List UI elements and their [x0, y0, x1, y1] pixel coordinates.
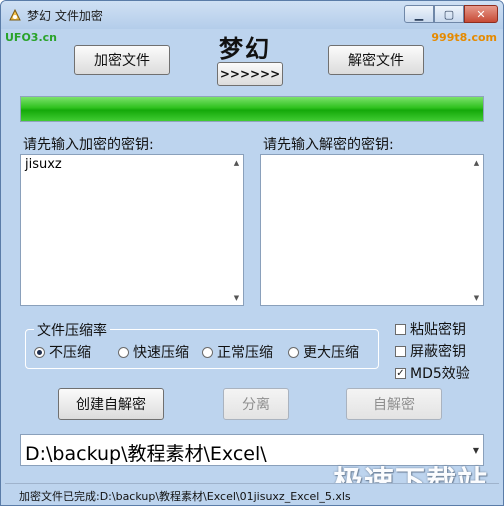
maximize-icon: ▢: [443, 7, 455, 21]
radio-max-compress[interactable]: 更大压缩: [288, 342, 359, 362]
main-panel: UFO3.cn 梦幻 999t8.com 加密文件 >>>>>> 解密文件 请先…: [5, 29, 499, 505]
decrypt-key-input[interactable]: ▲ ▼: [260, 154, 484, 306]
checkbox-label: 屏蔽密钥: [410, 344, 466, 360]
maximize-button[interactable]: ▢: [434, 5, 464, 23]
title-bar[interactable]: 梦幻 文件加密 ▁ ▢ ✕: [1, 1, 503, 29]
minimize-icon: ▁: [414, 7, 424, 21]
checkbox-box: [395, 323, 406, 335]
checkbox-label: MD5效验: [410, 366, 470, 382]
create-self-decrypt-button[interactable]: 创建自解密: [58, 388, 164, 420]
radio-label: 更大压缩: [303, 345, 359, 361]
md5-verify-checkbox[interactable]: ✓ MD5效验: [395, 363, 470, 383]
checkbox-box: [395, 345, 406, 357]
hide-key-checkbox[interactable]: 屏蔽密钥: [395, 341, 466, 361]
app-icon: [9, 8, 21, 21]
status-text: 加密文件已完成:D:\backup\教程素材\Excel\01jisuxz_Ex…: [19, 490, 351, 503]
scroll-down-icon[interactable]: ▼: [232, 293, 241, 302]
self-decrypt-button[interactable]: 自解密: [346, 388, 442, 420]
radio-indicator: [118, 346, 129, 358]
progress-fill: [21, 97, 483, 121]
encrypt-key-value: jisuxz: [25, 157, 62, 172]
scroll-up-icon[interactable]: ▲: [232, 158, 241, 167]
encrypt-key-input[interactable]: jisuxz ▲ ▼: [20, 154, 244, 306]
close-button[interactable]: ✕: [464, 5, 498, 23]
compression-legend: 文件压缩率: [34, 320, 110, 340]
compression-group: 文件压缩率 不压缩 快速压缩 正常压缩 更大压缩: [25, 320, 379, 369]
status-bar: 加密文件已完成:D:\backup\教程素材\Excel\01jisuxz_Ex…: [5, 483, 499, 505]
radio-indicator: [288, 346, 299, 358]
path-value: D:\backup\教程素材\Excel\: [25, 443, 267, 465]
decrypt-file-button[interactable]: 解密文件: [328, 45, 424, 75]
split-button[interactable]: 分离: [223, 388, 289, 420]
app-window: 梦幻 文件加密 ▁ ▢ ✕ UFO3.cn 梦幻 999t8.com 加密文件 …: [0, 0, 504, 506]
encrypt-file-button[interactable]: 加密文件: [74, 45, 170, 75]
brand-left-logo: UFO3.cn: [5, 31, 57, 44]
radio-normal-compress[interactable]: 正常压缩: [202, 342, 273, 362]
minimize-button[interactable]: ▁: [404, 5, 434, 23]
radio-label: 快速压缩: [133, 345, 189, 361]
paste-key-checkbox[interactable]: 粘贴密钥: [395, 319, 466, 339]
progress-bar: [20, 96, 484, 122]
scroll-up-icon[interactable]: ▲: [472, 158, 481, 167]
brand-right-logo: 999t8.com: [431, 31, 497, 44]
checkmark-icon: ✓: [395, 367, 406, 379]
encrypt-key-label: 请先输入加密的密钥:: [23, 137, 154, 153]
window-title: 梦幻 文件加密: [27, 9, 103, 23]
radio-fast-compress[interactable]: 快速压缩: [118, 342, 189, 362]
radio-label: 正常压缩: [217, 345, 273, 361]
chevron-down-icon[interactable]: ▼: [473, 446, 479, 455]
checkbox-label: 粘贴密钥: [410, 322, 466, 338]
radio-label: 不压缩: [49, 345, 91, 361]
app-heading: 梦幻: [219, 34, 271, 63]
arrows-button[interactable]: >>>>>>: [217, 62, 283, 86]
radio-indicator: [34, 346, 45, 358]
scroll-down-icon[interactable]: ▼: [472, 293, 481, 302]
radio-indicator: [202, 346, 213, 358]
decrypt-key-label: 请先输入解密的密钥:: [263, 137, 394, 153]
radio-no-compress[interactable]: 不压缩: [34, 342, 91, 362]
close-icon: ✕: [476, 7, 486, 21]
